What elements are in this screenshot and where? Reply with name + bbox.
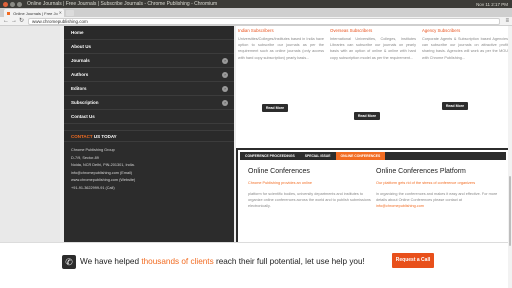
- news-body: Universities/Colleges/Institutes based i…: [238, 37, 324, 60]
- window-minimize-button[interactable]: [10, 1, 15, 7]
- news-title[interactable]: Overseas Subscribers: [330, 28, 416, 33]
- subscriber-news-row: Indian Subscribers Universities/Colleges…: [236, 26, 510, 138]
- new-tab-button[interactable]: [66, 10, 74, 16]
- contact-website[interactable]: www.chromepublishing.com (Website): [71, 177, 227, 185]
- news-column-indian: Indian Subscribers Universities/Colleges…: [238, 26, 324, 138]
- read-more-button[interactable]: Read More: [442, 102, 468, 110]
- browser-toolbar: ← → ↻ www.chromepublishing.com ≡: [0, 17, 512, 26]
- sidebar-item-label: Contact Us: [71, 114, 95, 119]
- window-title: Online Journals | Free Journals | Subscr…: [27, 1, 218, 7]
- reload-icon[interactable]: ↻: [19, 18, 24, 25]
- window-close-button[interactable]: [3, 1, 8, 7]
- browser-tabbar: Online Journals | Free Jo ✕: [0, 8, 512, 17]
- cta-text-pre: We have helped: [80, 257, 142, 266]
- back-arrow-icon[interactable]: ←: [3, 18, 9, 25]
- online-conferences-platform-column: Online Conferences Platform Our platform…: [376, 168, 504, 210]
- tab-conference-proceedings[interactable]: CONFERENCE PROCEEDINGS: [240, 152, 300, 160]
- phone-icon: ✆: [62, 255, 76, 269]
- page-scrollbar[interactable]: [508, 26, 512, 288]
- news-column-agency: Agency Subscribers Corporate Agents & Su…: [422, 26, 508, 138]
- news-body: International Universities, Colleges, In…: [330, 37, 416, 60]
- address-bar[interactable]: www.chromepublishing.com: [28, 18, 500, 25]
- page-viewport: Home About Us Journals › Authors › Editors…: [0, 26, 512, 288]
- chevron-right-icon: ›: [222, 86, 228, 92]
- tab-special-issue[interactable]: SPECIAL ISSUE: [300, 152, 336, 160]
- sidebar-item-contact-us[interactable]: Contact Us: [64, 110, 234, 124]
- browser-tab-label: Online Journals | Free Jo: [13, 11, 58, 16]
- window-maximize-button[interactable]: [17, 1, 22, 7]
- sidebar: Home About Us Journals › Authors › Editors…: [64, 26, 234, 246]
- contact-phone: +91-91-3622999-91 (Call): [71, 185, 115, 190]
- sidebar-item-label: Journals: [71, 58, 90, 63]
- main-content: Indian Subscribers Universities/Colleges…: [236, 26, 510, 246]
- news-title[interactable]: Indian Subscribers: [238, 28, 324, 33]
- contact-heading-rest: US TODAY: [92, 134, 117, 139]
- sidebar-item-label: Editors: [71, 86, 87, 91]
- contact-email[interactable]: info@chromepublishing.com (Email): [71, 170, 227, 178]
- news-body: Corporate Agents & Subscription based Ag…: [422, 37, 508, 60]
- sidebar-item-label: About Us: [71, 44, 91, 49]
- section-heading: Online Conferences Platform: [376, 168, 466, 175]
- contact-heading: CONTACT US TODAY: [64, 130, 234, 142]
- contact-email-link[interactable]: info@chromepublishing.com: [376, 204, 424, 208]
- cta-text: We have helped thousands of clients reac…: [80, 255, 365, 269]
- conference-tabs: CONFERENCE PROCEEDINGS SPECIAL ISSUE ONL…: [240, 152, 506, 160]
- news-column-overseas: Overseas Subscribers International Unive…: [330, 26, 416, 138]
- forward-arrow-icon[interactable]: →: [11, 18, 17, 25]
- conference-panel: CONFERENCE PROCEEDINGS SPECIAL ISSUE ONL…: [236, 148, 510, 246]
- contact-line: Chrome Publishing Group: [71, 148, 115, 152]
- contact-heading-accent: CONTACT: [71, 134, 93, 139]
- contact-details: Chrome Publishing Group D-7/9, Sector-89…: [64, 142, 234, 198]
- address-bar-url: www.chromepublishing.com: [32, 19, 88, 24]
- window-titlebar: Online Journals | Free Journals | Subscr…: [0, 0, 512, 8]
- section-heading: Online Conferences: [248, 168, 310, 175]
- contact-line: D-7/9, Sector-89: [71, 155, 99, 160]
- sidebar-item-authors[interactable]: Authors ›: [64, 68, 234, 82]
- sidebar-item-journals[interactable]: Journals ›: [64, 54, 234, 68]
- section-highlight: Chrome Publishing provides an online: [248, 181, 312, 185]
- chevron-right-icon: ›: [222, 72, 228, 78]
- online-conferences-column: Online Conferences Chrome Publishing pro…: [248, 168, 376, 210]
- cta-text-highlight: thousands of clients: [141, 257, 214, 266]
- favicon-icon: [7, 12, 10, 16]
- news-title[interactable]: Agency Subscribers: [422, 28, 508, 33]
- sidebar-item-label: Subscription: [71, 100, 99, 105]
- sidebar-item-label: Home: [71, 30, 84, 35]
- section-body-text: in organizing the conferences and makes …: [376, 192, 498, 203]
- chevron-right-icon: ›: [222, 100, 228, 106]
- browser-menu-icon[interactable]: ≡: [505, 18, 509, 25]
- sidebar-item-subscription[interactable]: Subscription ›: [64, 96, 234, 110]
- window-controls: [3, 1, 22, 7]
- contact-line: Noida, NCR Delhi, PIN-201301, India.: [71, 163, 135, 168]
- section-body: platform for scientific bodies, universi…: [248, 192, 371, 208]
- read-more-button[interactable]: Read More: [354, 112, 380, 120]
- request-call-button[interactable]: Request a Call: [392, 253, 434, 268]
- section-highlight: Our platform gets rid of the stress of c…: [376, 181, 476, 185]
- sidebar-item-home[interactable]: Home: [64, 26, 234, 40]
- sidebar-item-label: Authors: [71, 72, 89, 77]
- read-more-button[interactable]: Read More: [262, 104, 288, 112]
- system-tray-clock: Nov 11 2:17 PM: [476, 1, 508, 7]
- sidebar-item-editors[interactable]: Editors ›: [64, 82, 234, 96]
- section-body: in organizing the conferences and makes …: [376, 192, 504, 209]
- tab-close-icon[interactable]: ✕: [59, 10, 62, 15]
- browser-tab[interactable]: Online Journals | Free Jo ✕: [4, 9, 64, 17]
- tab-online-conferences[interactable]: ONLINE CONFERENCES: [335, 152, 386, 160]
- scrollbar-thumb[interactable]: [509, 176, 511, 246]
- sidebar-item-about-us[interactable]: About Us: [64, 40, 234, 54]
- chevron-right-icon: ›: [222, 58, 228, 64]
- cta-banner: ✆ We have helped thousands of clients re…: [0, 242, 512, 288]
- cta-text-post: reach their full potential, let use help…: [213, 257, 365, 266]
